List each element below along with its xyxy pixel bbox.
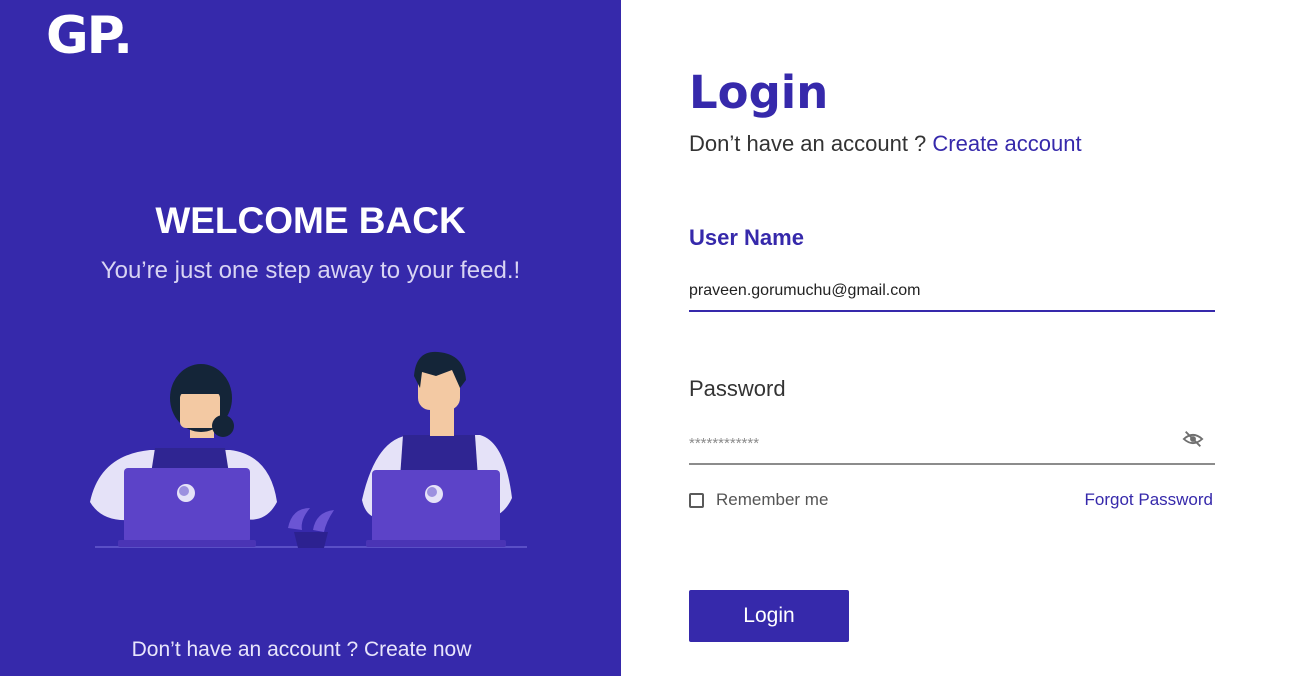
bottom-signup-prompt: Don’t have an account ? Create now xyxy=(0,638,603,662)
remember-me-label: Remember me xyxy=(716,490,829,509)
username-input[interactable] xyxy=(689,272,1215,312)
bottom-signup-text: Don’t have an account ? xyxy=(131,638,364,661)
password-input[interactable] xyxy=(689,423,1215,465)
create-account-link[interactable]: Create account xyxy=(932,131,1081,156)
brand-logo: GP. xyxy=(46,6,133,66)
welcome-heading: WELCOME BACK xyxy=(155,200,466,241)
login-button[interactable]: Login xyxy=(689,590,849,642)
eye-slash-icon[interactable] xyxy=(1182,428,1204,450)
no-account-text: Don’t have an account ? xyxy=(689,131,933,156)
remember-me[interactable]: Remember me xyxy=(689,490,828,510)
create-now-link[interactable]: Create now xyxy=(364,638,471,661)
forgot-password-link[interactable]: Forgot Password xyxy=(1085,490,1214,510)
welcome-panel: GP. WELCOME BACK You’re just one step aw… xyxy=(0,0,621,676)
username-label: User Name xyxy=(689,225,804,250)
remember-me-checkbox[interactable] xyxy=(689,492,704,508)
login-title: Login xyxy=(689,66,829,119)
people-with-laptops-illustration xyxy=(90,351,527,548)
welcome-subheading: You’re just one step away to your feed.! xyxy=(100,257,521,284)
no-account-prompt: Don’t have an account ? Create account xyxy=(689,131,1082,157)
password-label: Password xyxy=(689,376,786,401)
